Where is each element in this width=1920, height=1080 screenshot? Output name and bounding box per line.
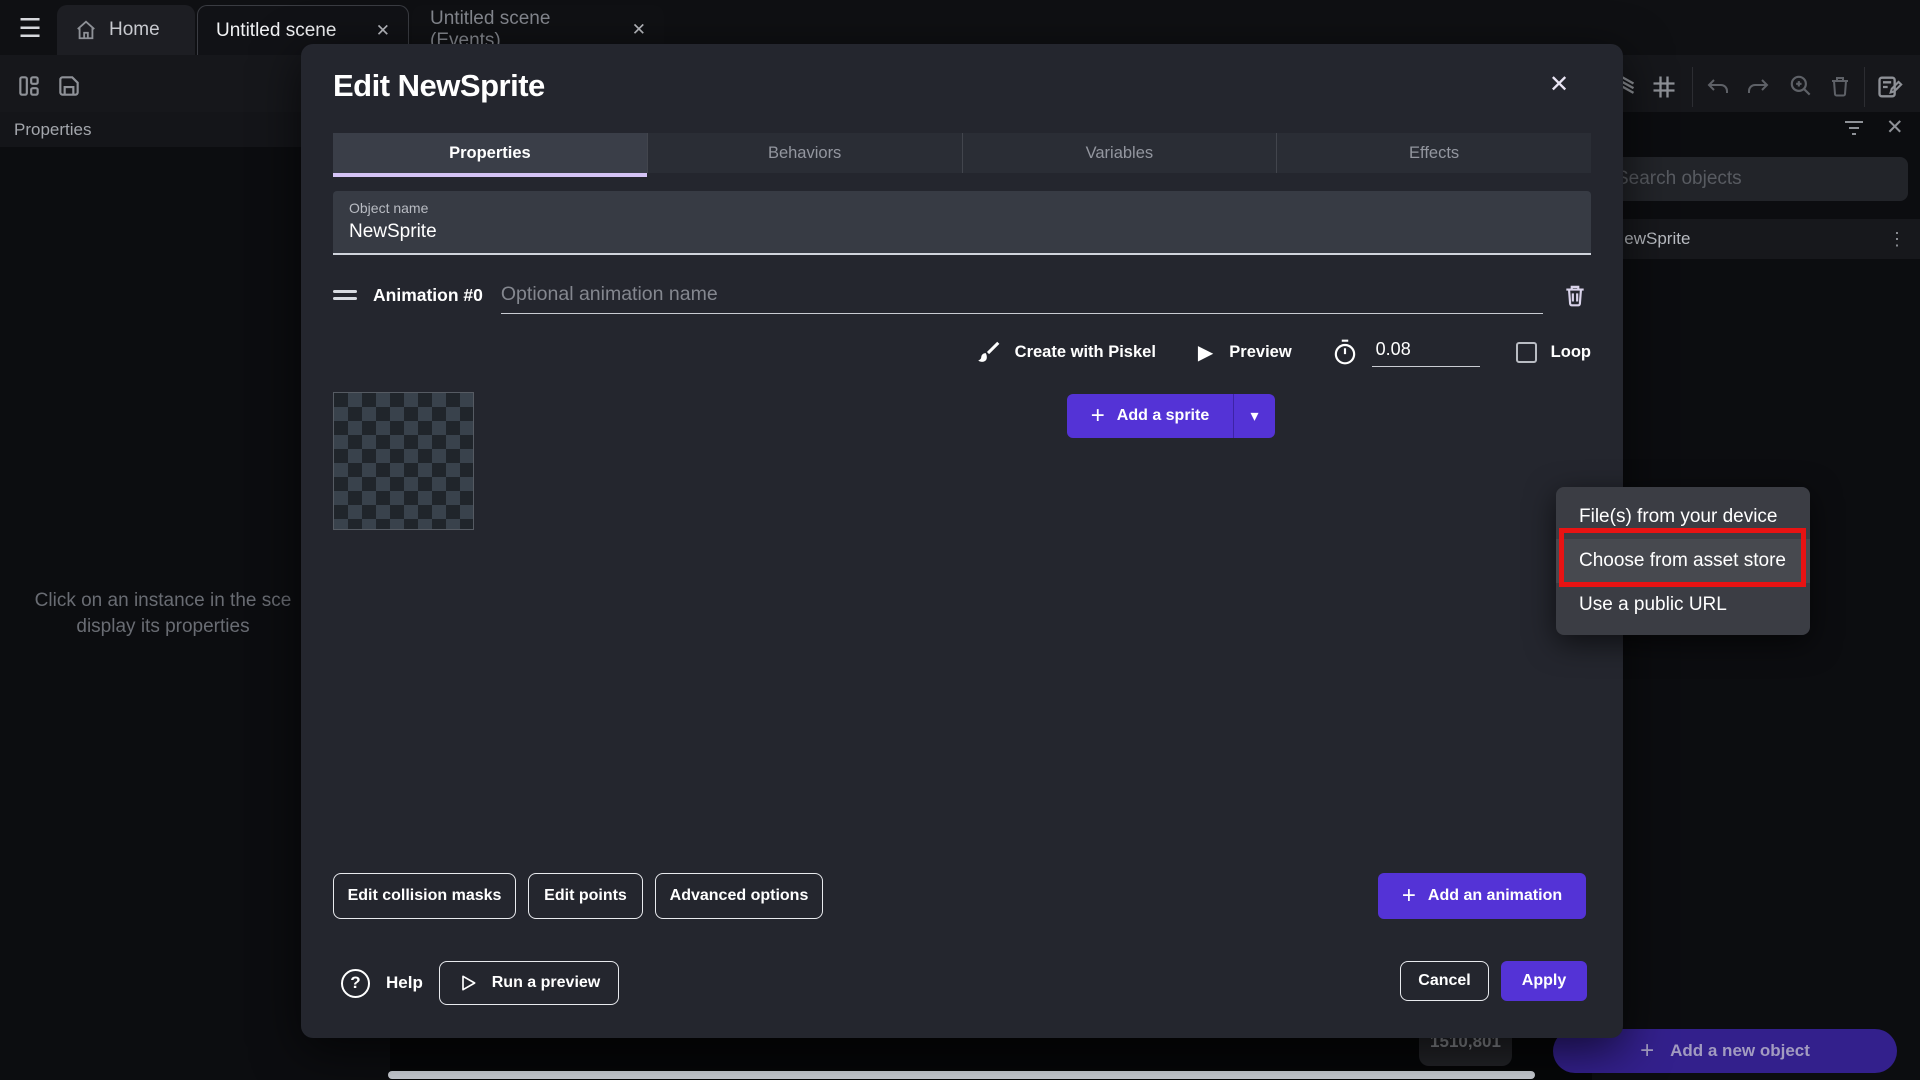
layout-panels-icon[interactable]: [16, 73, 42, 99]
animation-controls: Create with Piskel ▶ Preview 0.08 Loop: [931, 332, 1591, 372]
object-name-field[interactable]: Object name NewSprite: [333, 191, 1591, 255]
loop-label: Loop: [1551, 343, 1591, 362]
apply-button[interactable]: Apply: [1501, 961, 1587, 1001]
left-panel-title: Properties: [14, 120, 91, 140]
search-objects-input[interactable]: Search objects: [1600, 157, 1908, 201]
tab-home-label: Home: [109, 19, 160, 41]
edit-scene-sheet-icon[interactable]: [1876, 73, 1904, 101]
animation-name-input[interactable]: Optional animation name: [501, 276, 1543, 314]
loop-checkbox[interactable]: [1516, 342, 1537, 363]
redo-icon[interactable]: [1745, 75, 1771, 99]
add-animation-button[interactable]: + Add an animation: [1378, 873, 1586, 919]
stopwatch-icon: [1332, 338, 1358, 366]
menu-item-choose-from-asset-store[interactable]: Choose from asset store: [1556, 539, 1810, 583]
help-button[interactable]: ? Help: [341, 961, 423, 1005]
object-name-value: NewSprite: [349, 221, 1575, 243]
tab-close-icon[interactable]: ✕: [376, 21, 390, 41]
menu-item-use-public-url[interactable]: Use a public URL: [1556, 583, 1810, 627]
cancel-button[interactable]: Cancel: [1400, 961, 1489, 1001]
object-name-label: Object name: [349, 200, 1575, 216]
undo-icon[interactable]: [1705, 75, 1731, 99]
drag-handle-icon[interactable]: [333, 286, 357, 304]
edit-sprite-dialog: Edit NewSprite ✕ Properties Behaviors Va…: [301, 44, 1623, 1038]
dialog-tabs: Properties Behaviors Variables Effects: [333, 133, 1591, 173]
dialog-tab-variables[interactable]: Variables: [963, 133, 1278, 173]
toolbar-divider: [1692, 67, 1693, 107]
hamburger-menu-icon[interactable]: ☰: [10, 12, 50, 44]
add-sprite-menu: File(s) from your device Choose from ass…: [1556, 487, 1810, 635]
kebab-menu-icon[interactable]: ⋮: [1888, 229, 1906, 250]
save-icon[interactable]: [56, 73, 82, 99]
preview-button[interactable]: Preview: [1229, 343, 1291, 362]
animation-name-label: Animation #0: [373, 285, 483, 306]
advanced-options-button[interactable]: Advanced options: [655, 873, 823, 919]
tab-scene-label: Untitled scene: [216, 20, 336, 42]
dialog-tab-properties[interactable]: Properties: [333, 133, 648, 173]
tab-close-icon[interactable]: ✕: [632, 20, 646, 40]
add-sprite-button[interactable]: + Add a sprite: [1067, 394, 1233, 438]
create-with-piskel-button[interactable]: Create with Piskel: [1015, 343, 1156, 362]
object-list-item-newsprite[interactable]: NewSprite ⋮: [1592, 219, 1920, 259]
animation-row: Animation #0 Optional animation name: [333, 274, 1591, 316]
delete-animation-icon[interactable]: [1559, 279, 1591, 311]
menu-item-files-from-device[interactable]: File(s) from your device: [1556, 495, 1810, 539]
add-sprite-split-button: + Add a sprite ▾: [1067, 394, 1275, 438]
sprite-frame-placeholder[interactable]: [333, 392, 474, 530]
animation-name-placeholder: Optional animation name: [501, 283, 718, 306]
add-sprite-dropdown-toggle[interactable]: ▾: [1233, 394, 1275, 438]
run-preview-button[interactable]: Run a preview: [439, 961, 619, 1005]
horizontal-scrollbar[interactable]: [388, 1071, 1535, 1079]
dialog-tab-effects[interactable]: Effects: [1277, 133, 1591, 173]
frame-duration-input[interactable]: 0.08: [1372, 337, 1480, 367]
empty-properties-message: Click on an instance in the sce display …: [18, 588, 308, 640]
trash-icon[interactable]: [1828, 73, 1852, 99]
piskel-brush-icon: [975, 339, 1001, 365]
edit-points-button[interactable]: Edit points: [528, 873, 643, 919]
object-item-label: NewSprite: [1612, 229, 1690, 249]
help-icon: ?: [341, 969, 370, 998]
grid-icon[interactable]: [1650, 73, 1678, 101]
play-outline-icon: [458, 973, 478, 993]
dialog-title: Edit NewSprite: [333, 68, 545, 104]
panel-close-icon[interactable]: ✕: [1886, 115, 1904, 140]
play-icon: ▶: [1198, 340, 1213, 365]
filter-icon[interactable]: [1842, 118, 1866, 138]
toolbar-divider: [1864, 67, 1865, 107]
tab-home[interactable]: Home: [57, 5, 195, 55]
dialog-close-icon[interactable]: ✕: [1541, 66, 1577, 102]
dialog-tab-behaviors[interactable]: Behaviors: [648, 133, 963, 173]
search-placeholder: Search objects: [1616, 168, 1742, 190]
home-icon: [75, 19, 97, 41]
chevron-down-icon: ▾: [1250, 406, 1258, 426]
zoom-in-icon[interactable]: [1788, 73, 1814, 99]
gdevelop-app: ☰ Home Untitled scene ✕ Untitled scene (…: [0, 0, 1920, 1080]
edit-collision-masks-button[interactable]: Edit collision masks: [333, 873, 516, 919]
